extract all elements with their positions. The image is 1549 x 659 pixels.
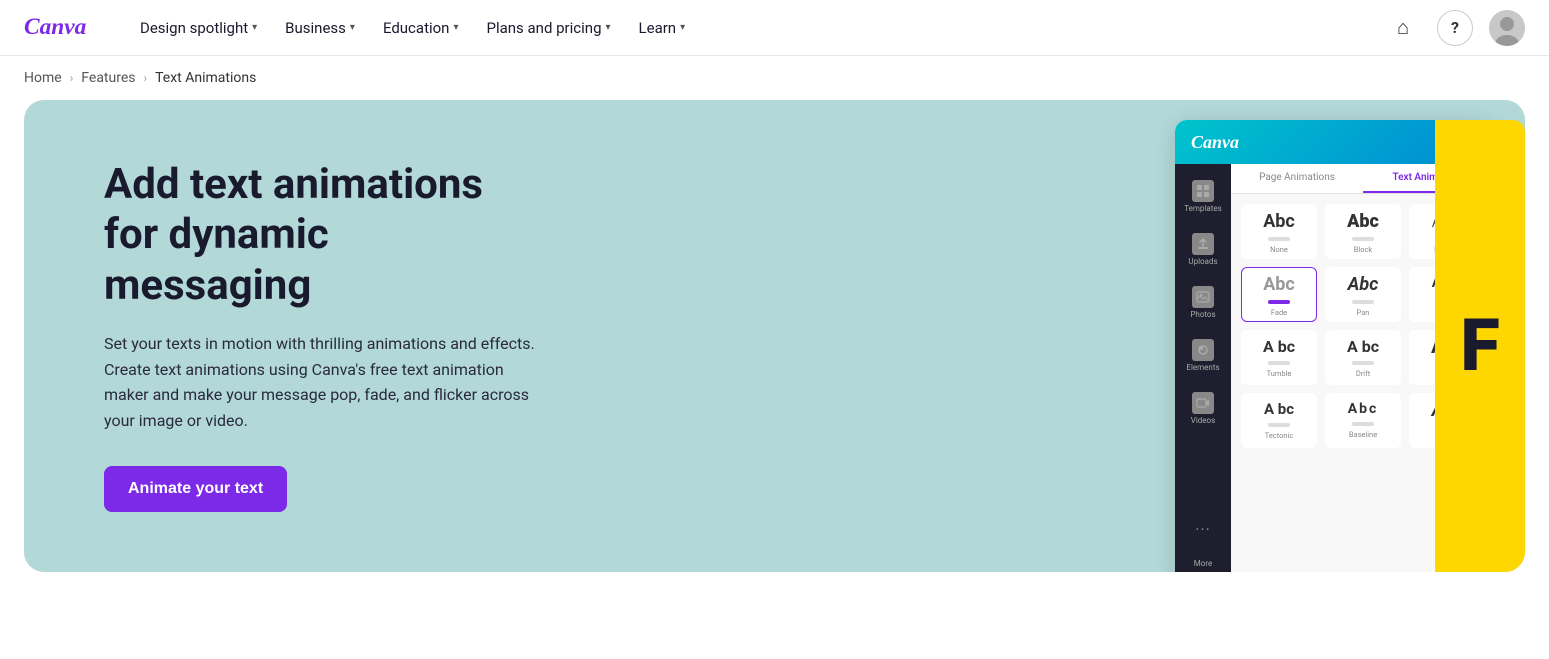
help-button[interactable]: ?	[1437, 10, 1473, 46]
anim-label-pan: Pan	[1357, 308, 1370, 317]
anim-label-fade: Fade	[1271, 308, 1287, 317]
anim-tectonic[interactable]: A bc Tectonic	[1241, 393, 1317, 448]
sidebar-item-templates[interactable]: Templates	[1175, 172, 1231, 221]
anim-label-tectonic: Tectonic	[1265, 431, 1294, 440]
anim-label-block: Block	[1354, 245, 1373, 254]
sidebar-item-more[interactable]: More	[1175, 551, 1231, 572]
breadcrumb-separator-2: ›	[144, 71, 148, 85]
nav-actions: ⌂ ?	[1385, 10, 1525, 46]
hero-section: Add text animations for dynamic messagin…	[24, 100, 1525, 572]
photos-icon	[1192, 286, 1214, 308]
elements-icon	[1192, 339, 1214, 361]
yellow-panel-letter: F	[1460, 303, 1499, 388]
anim-abc-tectonic: A bc	[1264, 402, 1294, 417]
anim-indicator-tumble	[1268, 361, 1290, 365]
nav-items: Design spotlight ▾ Business ▾ Education …	[128, 13, 1385, 43]
sidebar-uploads-label: Uploads	[1188, 257, 1217, 266]
hero-mockup: Canva Templates Uploads	[1145, 100, 1525, 572]
breadcrumb: Home › Features › Text Animations	[0, 56, 1549, 100]
sidebar-videos-label: Videos	[1191, 416, 1215, 425]
navbar: Canva Design spotlight ▾ Business ▾ Educ…	[0, 0, 1549, 56]
sidebar-item-videos[interactable]: Videos	[1175, 384, 1231, 433]
hero-content: Add text animations for dynamic messagin…	[24, 100, 624, 572]
hero-title: Add text animations for dynamic messagin…	[104, 160, 544, 311]
sidebar-templates-label: Templates	[1184, 204, 1221, 213]
anim-abc-pan: Abc	[1348, 276, 1379, 294]
chevron-down-icon: ▾	[252, 22, 257, 33]
anim-abc-drift: A bc	[1347, 339, 1379, 355]
nav-item-plans-pricing[interactable]: Plans and pricing ▾	[475, 13, 623, 43]
avatar[interactable]	[1489, 10, 1525, 46]
chevron-down-icon: ▾	[606, 22, 611, 33]
tab-page-animations[interactable]: Page Animations	[1231, 164, 1363, 193]
anim-fade[interactable]: Abc Fade	[1241, 267, 1317, 322]
uploads-icon	[1192, 233, 1214, 255]
breadcrumb-separator-1: ›	[70, 71, 74, 85]
nav-item-design-spotlight[interactable]: Design spotlight ▾	[128, 13, 269, 43]
breadcrumb-features[interactable]: Features	[81, 70, 135, 86]
anim-abc-tumble: A bc	[1263, 339, 1295, 355]
templates-icon	[1192, 180, 1214, 202]
anim-indicator-baseline	[1352, 422, 1374, 426]
anim-label-baseline: Baseline	[1349, 430, 1377, 439]
svg-text:Canva: Canva	[24, 14, 87, 40]
anim-pan[interactable]: Abc Pan	[1325, 267, 1401, 322]
anim-indicator-block	[1352, 237, 1374, 241]
anim-none[interactable]: Abc None	[1241, 204, 1317, 259]
nav-item-learn[interactable]: Learn ▾	[627, 13, 698, 43]
breadcrumb-current: Text Animations	[155, 70, 256, 86]
anim-baseline[interactable]: Abc Baseline	[1325, 393, 1401, 448]
canva-logo[interactable]: Canva	[24, 12, 96, 44]
home-button[interactable]: ⌂	[1385, 10, 1421, 46]
sidebar-more-dots[interactable]: ···	[1195, 520, 1211, 547]
anim-abc-baseline: Abc	[1348, 402, 1379, 416]
mockup-sidebar: Templates Uploads Photos	[1175, 164, 1231, 572]
sidebar-item-photos[interactable]: Photos	[1175, 278, 1231, 327]
anim-abc-block: Abc	[1347, 213, 1379, 231]
breadcrumb-home[interactable]: Home	[24, 70, 62, 86]
chevron-down-icon: ▾	[680, 22, 685, 33]
sidebar-more-label: More	[1194, 559, 1212, 568]
anim-tumble[interactable]: A bc Tumble	[1241, 330, 1317, 385]
anim-indicator-drift	[1352, 361, 1374, 365]
anim-abc-none: Abc	[1263, 213, 1295, 231]
chevron-down-icon: ▾	[350, 22, 355, 33]
sidebar-item-uploads[interactable]: Uploads	[1175, 225, 1231, 274]
anim-label-none: None	[1270, 245, 1288, 254]
chevron-down-icon: ▾	[453, 22, 458, 33]
nav-item-education[interactable]: Education ▾	[371, 13, 471, 43]
sidebar-item-elements[interactable]: Elements	[1175, 331, 1231, 380]
videos-icon	[1192, 392, 1214, 414]
anim-drift[interactable]: A bc Drift	[1325, 330, 1401, 385]
anim-indicator-tectonic	[1268, 423, 1290, 427]
anim-label-drift: Drift	[1356, 369, 1370, 378]
nav-item-business[interactable]: Business ▾	[273, 13, 367, 43]
sidebar-elements-label: Elements	[1186, 363, 1219, 372]
anim-indicator-fade	[1268, 300, 1290, 304]
hero-description: Set your texts in motion with thrilling …	[104, 331, 544, 433]
animate-text-button[interactable]: Animate your text	[104, 466, 287, 512]
mockup-logo: Canva	[1191, 132, 1239, 153]
sidebar-photos-label: Photos	[1190, 310, 1215, 319]
anim-abc-fade: Abc	[1263, 276, 1295, 294]
yellow-panel: F	[1435, 120, 1525, 572]
anim-indicator-none	[1268, 237, 1290, 241]
anim-indicator-pan	[1352, 300, 1374, 304]
anim-block[interactable]: Abc Block	[1325, 204, 1401, 259]
anim-label-tumble: Tumble	[1267, 369, 1292, 378]
